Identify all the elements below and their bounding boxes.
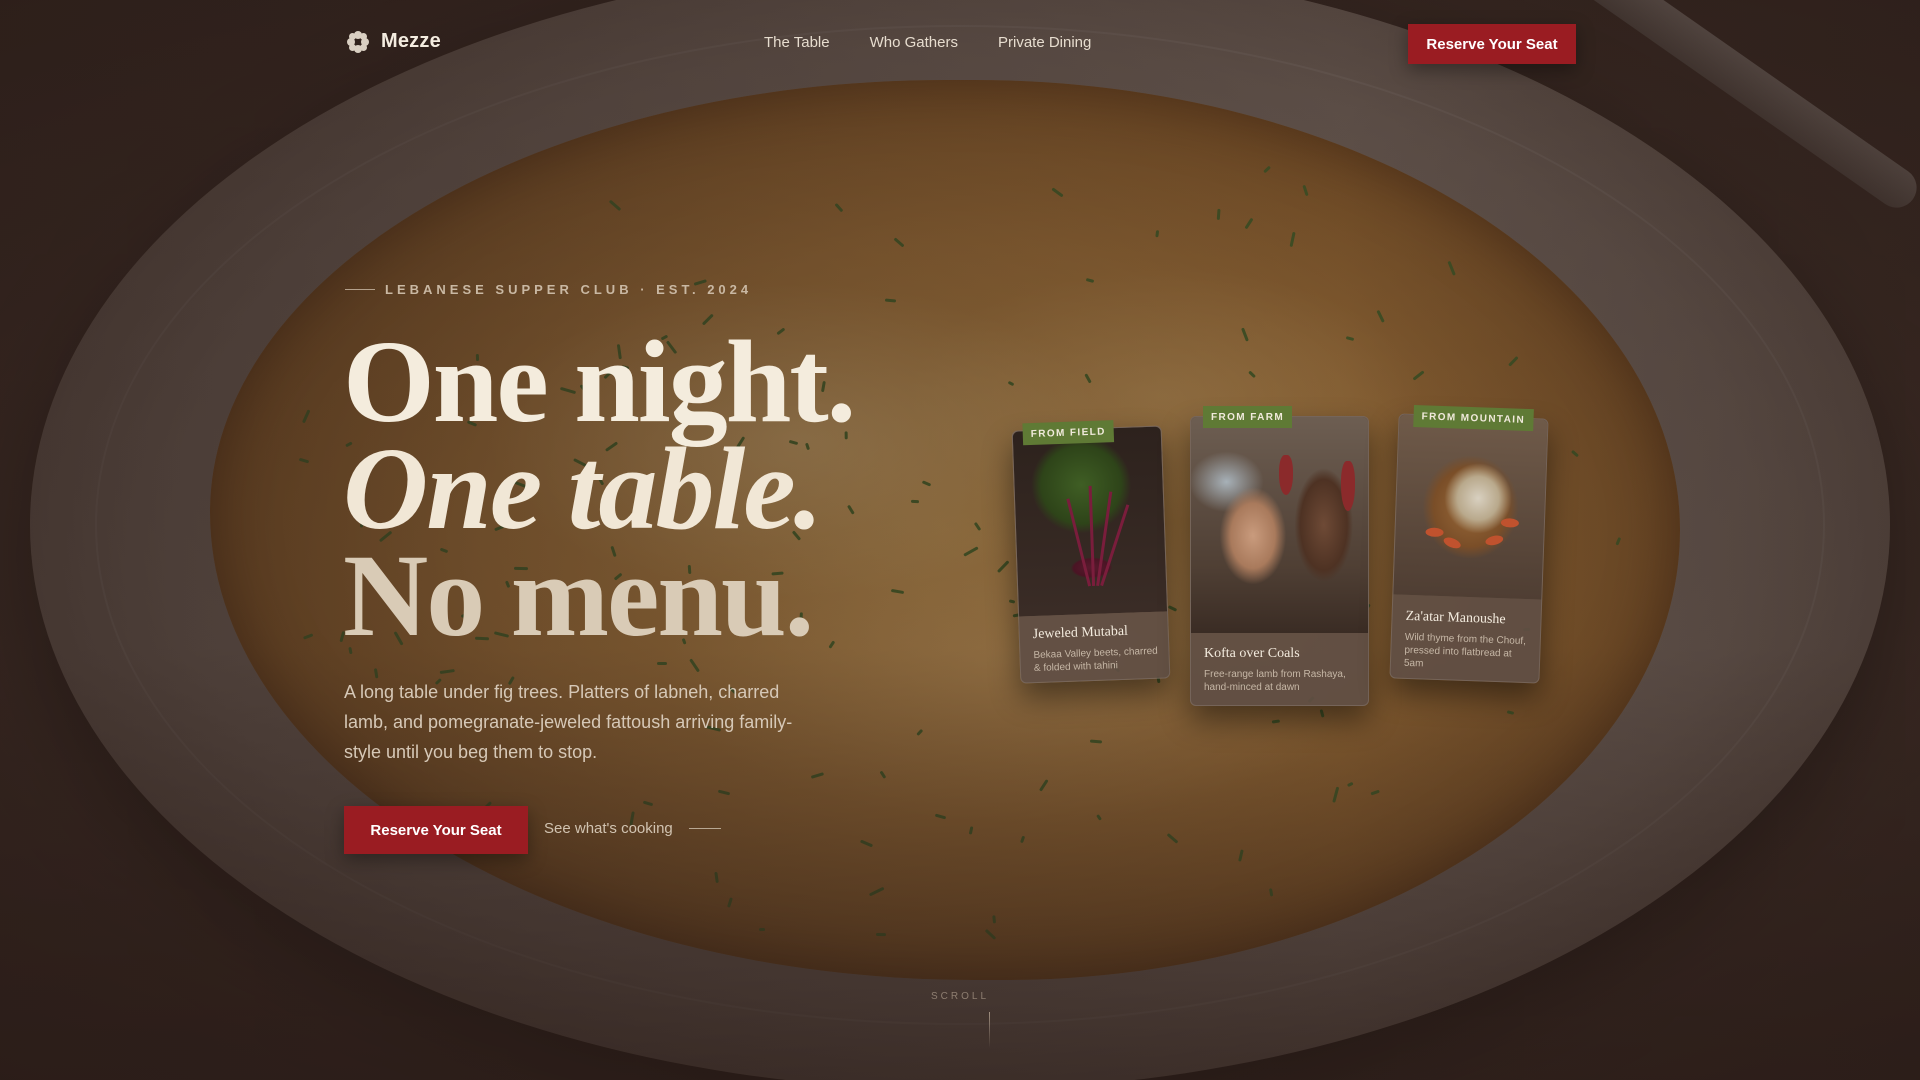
card-description: Bekaa Valley beets, charred & folded wit…	[1033, 645, 1158, 675]
brand-name: Mezze	[381, 30, 441, 52]
nav-reserve-button[interactable]: Reserve Your Seat	[1408, 24, 1576, 64]
hero-background-photo	[0, 0, 1920, 1080]
arrow-line	[688, 828, 721, 829]
headline-line-2: One table.	[343, 423, 823, 554]
hero-reserve-button[interactable]: Reserve Your Seat	[344, 806, 528, 854]
nav-link-the-table[interactable]: The Table	[764, 34, 830, 51]
card-title: Kofta over Coals	[1204, 646, 1300, 661]
flower-icon	[347, 30, 369, 53]
eyebrow-text: LEBANESE SUPPER CLUB · EST. 2024	[385, 282, 753, 297]
vegetable-basket-photo	[1393, 414, 1548, 600]
dish-card-jeweled-mutabal[interactable]: FROM FIELD Jeweled Mutabal Bekaa Valley …	[1011, 420, 1171, 684]
eyebrow-rule	[345, 289, 375, 290]
eyebrow: LEBANESE SUPPER CLUB · EST. 2024	[345, 282, 752, 297]
card-tag: FROM FIELD	[1022, 420, 1115, 446]
card-description: Wild thyme from the Chouf, pressed into …	[1403, 631, 1527, 670]
card-title: Jeweled Mutabal	[1032, 623, 1129, 643]
nav-link-private-dining[interactable]: Private Dining	[998, 34, 1091, 51]
dish-card-kofta-over-coals[interactable]: FROM FARM Kofta over Coals Free-range la…	[1190, 406, 1369, 706]
logo-link[interactable]: Mezze	[347, 30, 441, 53]
card-description: Free-range lamb from Rashaya, hand-mince…	[1204, 669, 1346, 693]
scroll-indicator-line	[989, 1012, 990, 1048]
nav-links: The Table Who Gathers Private Dining	[764, 34, 1091, 51]
card-tag: FROM MOUNTAIN	[1413, 404, 1534, 432]
see-whats-cooking-label: See what's cooking	[544, 820, 673, 837]
hero-description: A long table under fig trees. Platters o…	[344, 682, 793, 762]
beets-photo	[1012, 426, 1168, 617]
card-tag: FROM FARM	[1203, 406, 1293, 428]
card-title: Za'atar Manoushe	[1405, 608, 1506, 628]
headline-line-1: One night.	[343, 316, 856, 447]
hero-headline: One night. One table. No menu.	[343, 316, 856, 661]
nav-link-who-gathers[interactable]: Who Gathers	[870, 34, 958, 51]
top-nav: Mezze The Table Who Gathers Private Dini…	[0, 0, 1920, 88]
dark-overlay	[0, 0, 1920, 1080]
dish-card-zaatar-manoushe[interactable]: FROM MOUNTAIN Za'atar Manoushe Wild thym…	[1389, 404, 1549, 684]
headline-line-3: No menu.	[343, 530, 814, 661]
butcher-photo	[1191, 417, 1368, 633]
scroll-indicator-label: SCROLL	[930, 991, 990, 1002]
see-whats-cooking-link[interactable]: See what's cooking	[544, 820, 721, 837]
